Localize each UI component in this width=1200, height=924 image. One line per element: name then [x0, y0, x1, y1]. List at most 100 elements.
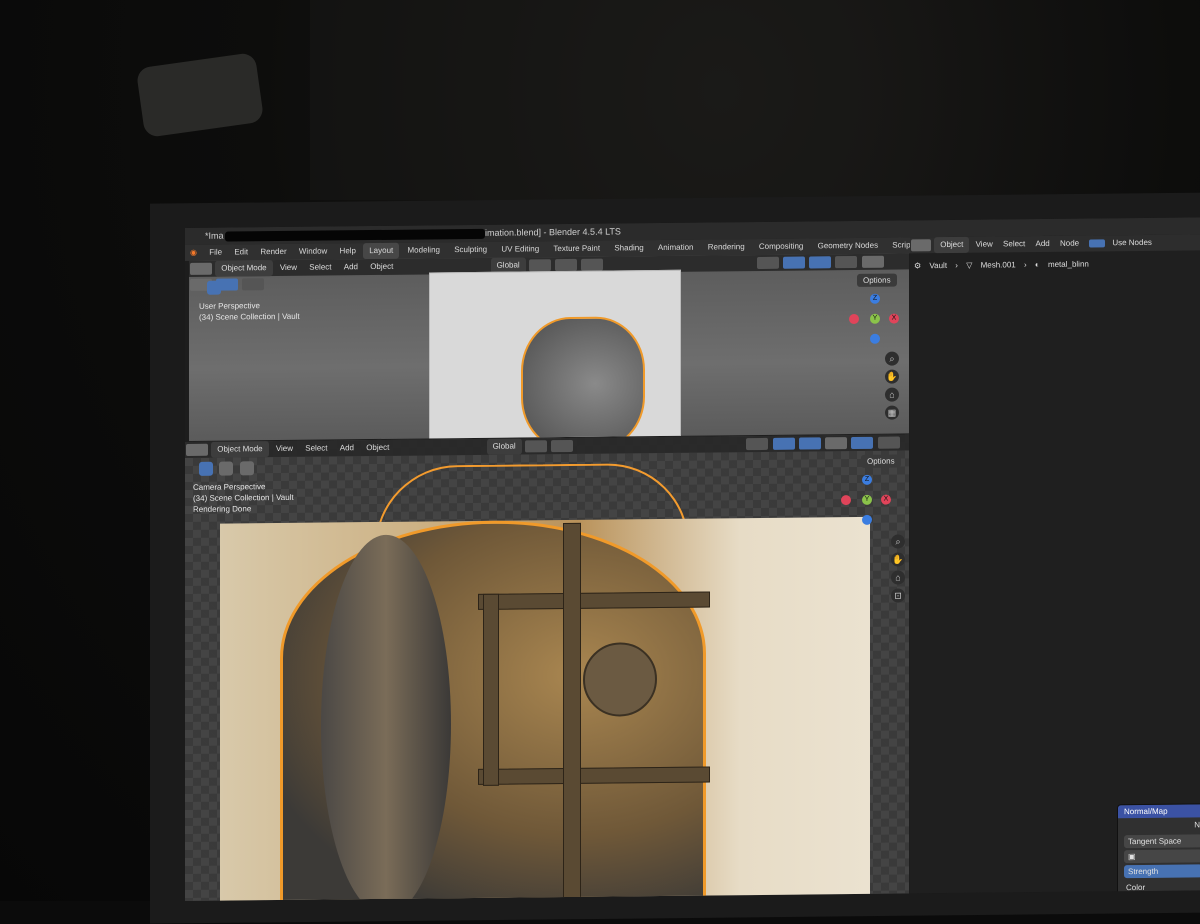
select-menu[interactable]: Select	[300, 440, 332, 456]
select-menu[interactable]: Select	[999, 236, 1029, 252]
neg-z-axis-icon[interactable]	[862, 514, 872, 525]
x-axis-icon[interactable]: X	[889, 313, 899, 324]
tab-geometry-nodes[interactable]: Geometry Nodes	[812, 238, 884, 255]
strength-field[interactable]: Strength	[1124, 864, 1200, 879]
navigation-gizmo[interactable]: Z Y X	[849, 293, 901, 347]
pivot-icon[interactable]	[524, 440, 547, 453]
visibility-icon[interactable]	[756, 256, 779, 269]
add-menu[interactable]: Add	[335, 440, 359, 456]
select-menu[interactable]: Select	[304, 259, 336, 275]
dial-hub	[583, 642, 657, 717]
y-axis-icon[interactable]: Y	[870, 313, 880, 324]
menu-window[interactable]: Window	[294, 243, 332, 259]
node-editor[interactable]: Object View Select Add Node Use Nodes ⚙ …	[910, 234, 1200, 894]
add-menu[interactable]: Add	[339, 259, 363, 275]
tab-uv-editing[interactable]: UV Editing	[495, 241, 545, 258]
neg-x-axis-icon[interactable]	[849, 313, 859, 325]
pan-hand-icon[interactable]: ✋	[885, 369, 899, 384]
overlay-toggle-icon[interactable]	[798, 437, 821, 450]
vault-door[interactable]	[280, 518, 710, 902]
transform-orientation-dropdown[interactable]: Global	[486, 438, 522, 455]
object-menu[interactable]: Object	[365, 259, 398, 275]
collection-label: (34) Scene Collection | Vault	[193, 492, 294, 503]
snap-icon[interactable]	[551, 439, 574, 453]
tab-modeling[interactable]: Modeling	[402, 242, 446, 258]
view-menu[interactable]: View	[271, 441, 298, 457]
tab-layout[interactable]: Layout	[363, 242, 400, 260]
breadcrumb-material[interactable]: metal_blinn	[1048, 260, 1089, 269]
editor-type-icon[interactable]	[190, 262, 212, 275]
proportional-edit-icon[interactable]	[581, 258, 604, 271]
neg-x-axis-icon[interactable]	[841, 495, 851, 506]
tab-animation[interactable]: Animation	[652, 240, 700, 256]
mode-dropdown[interactable]: Object Mode	[215, 260, 273, 277]
shading-rendered-icon[interactable]	[242, 278, 265, 291]
menu-render[interactable]: Render	[255, 244, 291, 260]
center-spindle	[563, 522, 581, 902]
grid-view-icon[interactable]: ▦	[885, 405, 899, 420]
pivot-icon[interactable]	[528, 259, 551, 272]
breadcrumb-object[interactable]: Vault	[929, 261, 947, 270]
pause-render-icon[interactable]	[877, 436, 900, 449]
tab-shading[interactable]: Shading	[608, 240, 649, 256]
zoom-icon[interactable]: ⌕	[891, 534, 905, 549]
shader-type-dropdown[interactable]: Object	[934, 236, 970, 254]
background-shelf	[310, 0, 870, 200]
pan-hand-icon[interactable]: ✋	[891, 552, 905, 567]
mode-dropdown[interactable]: Object Mode	[211, 441, 269, 458]
render-status-label: Rendering Done	[193, 504, 252, 514]
select-box-tool-icon[interactable]	[207, 280, 221, 295]
select-box-tool-icon[interactable]	[199, 461, 213, 476]
normal-map-node[interactable]: Normal/Map N Tangent Space ▣ Strength Co…	[1117, 803, 1200, 897]
y-axis-icon[interactable]: Y	[862, 494, 872, 505]
node-title[interactable]: Normal/Map	[1118, 804, 1200, 819]
menu-file[interactable]: File	[204, 245, 227, 261]
rendered-camera-frame[interactable]	[220, 516, 870, 902]
z-axis-icon[interactable]: Z	[862, 474, 872, 485]
add-menu[interactable]: Add	[1032, 236, 1054, 252]
snap-icon[interactable]	[555, 258, 578, 272]
view-menu[interactable]: View	[275, 260, 302, 276]
tab-sculpting[interactable]: Sculpting	[448, 242, 493, 258]
object-icon: ⚙	[914, 261, 922, 271]
blender-logo-icon[interactable]: ◉	[185, 245, 202, 261]
z-axis-icon[interactable]: Z	[870, 293, 880, 304]
navigation-gizmo[interactable]: Z Y X	[841, 474, 893, 528]
camera-view-icon[interactable]: ⌂	[891, 570, 905, 585]
menu-help[interactable]: Help	[335, 243, 361, 259]
zoom-icon[interactable]: ⌕	[885, 351, 899, 366]
options-button[interactable]: Options	[857, 273, 897, 287]
tab-compositing[interactable]: Compositing	[753, 238, 809, 255]
shading-solid-icon[interactable]	[825, 436, 848, 450]
shading-wire-icon[interactable]	[861, 255, 884, 268]
view-menu[interactable]: View	[972, 236, 997, 252]
select-mode-icon[interactable]	[219, 461, 234, 476]
object-menu[interactable]: Object	[361, 440, 394, 456]
camera-view-icon[interactable]: ⌂	[885, 387, 899, 402]
breadcrumb-mesh[interactable]: Mesh.001	[981, 260, 1016, 269]
viewport-top[interactable]: Object Mode View Select Add Object Globa…	[189, 253, 909, 441]
vault-door-model[interactable]	[521, 316, 645, 441]
use-nodes-toggle[interactable]: Use Nodes	[1085, 235, 1160, 252]
space-dropdown[interactable]: Tangent Space	[1124, 834, 1200, 849]
locking-bar-top	[478, 591, 710, 610]
menu-edit[interactable]: Edit	[229, 244, 253, 260]
xray-icon[interactable]	[835, 255, 858, 269]
tab-rendering[interactable]: Rendering	[702, 239, 751, 256]
overlay-toggle-icon[interactable]	[809, 256, 832, 269]
select-extend-icon[interactable]	[239, 461, 254, 476]
neg-z-axis-icon[interactable]	[870, 333, 880, 344]
visibility-icon[interactable]	[746, 437, 769, 451]
lock-camera-icon[interactable]: ⊡	[891, 588, 905, 603]
node-menu[interactable]: Node	[1056, 236, 1083, 252]
viewport-bottom[interactable]: Object Mode View Select Add Object Globa…	[185, 434, 909, 902]
gizmo-toggle-icon[interactable]	[782, 256, 805, 269]
uv-map-field[interactable]: ▣	[1124, 849, 1200, 864]
x-axis-icon[interactable]: X	[881, 494, 891, 505]
gizmo-toggle-icon[interactable]	[772, 437, 795, 450]
shading-material-icon[interactable]	[851, 436, 874, 449]
editor-type-icon[interactable]	[911, 239, 931, 252]
tab-texture-paint[interactable]: Texture Paint	[547, 241, 606, 258]
editor-type-icon[interactable]	[186, 443, 208, 456]
options-button[interactable]: Options	[861, 454, 901, 468]
